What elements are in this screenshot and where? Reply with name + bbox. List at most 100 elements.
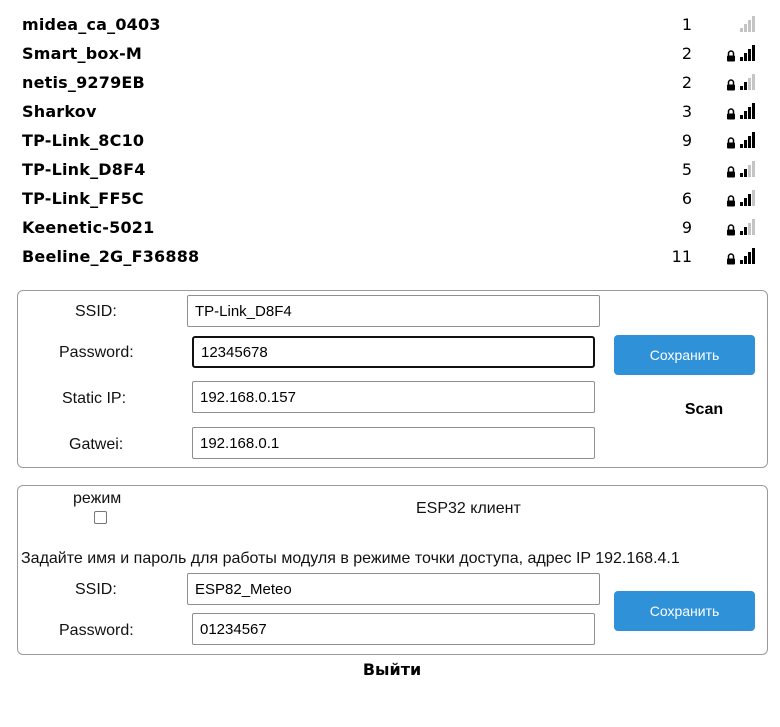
- signal-bar: [752, 74, 755, 90]
- signal-bar: [752, 219, 755, 235]
- mode-checkbox[interactable]: [94, 511, 107, 524]
- signal-bar: [744, 24, 747, 32]
- lock-icon: [727, 79, 735, 91]
- wifi-signal-icon: [740, 190, 755, 206]
- ap-ssid-input[interactable]: [187, 573, 600, 605]
- lock-icon: [727, 137, 735, 149]
- network-channel: 1: [681, 15, 692, 34]
- wifi-signal-icon: [740, 161, 755, 177]
- network-channel: 5: [681, 160, 692, 179]
- network-row: Sharkov 3: [0, 97, 780, 126]
- network-list: midea_ca_0403 1 Smart_box-M 2 netis_9279EB 2 S…: [0, 10, 780, 271]
- network-channel: 2: [681, 73, 692, 92]
- wifi-signal-icon: [740, 248, 755, 264]
- network-row: TP-Link_8C10 9: [0, 126, 780, 155]
- network-ssid-link[interactable]: TP-Link_8C10: [22, 131, 144, 150]
- network-channel: 9: [681, 131, 692, 150]
- signal-bar: [744, 53, 747, 61]
- signal-bar: [752, 16, 755, 32]
- signal-bar: [740, 260, 743, 264]
- static-ip-label: Static IP:: [62, 390, 127, 407]
- wifi-signal-icon: [740, 74, 755, 90]
- signal-bar: [748, 78, 751, 90]
- gateway-input[interactable]: [192, 427, 595, 459]
- signal-bar: [748, 107, 751, 119]
- signal-bar: [752, 103, 755, 119]
- lock-icon: [727, 50, 735, 62]
- network-row: TP-Link_FF5C 6: [0, 184, 780, 213]
- signal-bar: [744, 140, 747, 148]
- network-row: TP-Link_D8F4 5: [0, 155, 780, 184]
- wifi-signal-icon: [740, 45, 755, 61]
- signal-bar: [752, 248, 755, 264]
- network-channel: 6: [681, 189, 692, 208]
- network-ssid-link[interactable]: Sharkov: [22, 102, 97, 121]
- ap-save-button[interactable]: Сохранить: [614, 591, 755, 631]
- network-channel: 11: [671, 247, 692, 266]
- signal-bar: [740, 231, 743, 235]
- signal-bar: [744, 198, 747, 206]
- network-ssid-link[interactable]: TP-Link_D8F4: [22, 160, 146, 179]
- network-channel: 9: [681, 218, 692, 237]
- ssid-input[interactable]: [187, 295, 600, 327]
- network-row: Smart_box-M 2: [0, 39, 780, 68]
- station-settings-panel: SSID: Password: Static IP: Gatwei: Сохра…: [17, 290, 768, 468]
- wifi-signal-icon: [740, 219, 755, 235]
- lock-icon: [727, 195, 735, 207]
- network-ssid-link[interactable]: TP-Link_FF5C: [22, 189, 144, 208]
- exit-link[interactable]: Выйти: [0, 660, 780, 679]
- signal-bar: [744, 256, 747, 264]
- ap-hint-text: Задайте имя и пароль для работы модуля в…: [21, 550, 680, 567]
- gateway-label: Gatwei:: [69, 436, 124, 453]
- network-ssid-link[interactable]: netis_9279EB: [22, 73, 145, 92]
- signal-bar: [740, 86, 743, 90]
- signal-bar: [744, 227, 747, 235]
- network-ssid-link[interactable]: Keenetic-5021: [22, 218, 154, 237]
- signal-bar: [748, 49, 751, 61]
- wifi-signal-icon: [740, 132, 755, 148]
- mode-label: режим: [73, 490, 122, 507]
- signal-bar: [744, 111, 747, 119]
- ssid-label: SSID:: [75, 303, 117, 320]
- signal-bar: [748, 194, 751, 206]
- ap-ssid-label: SSID:: [75, 581, 117, 598]
- password-input[interactable]: [192, 336, 595, 368]
- ap-password-label: Password:: [59, 622, 134, 639]
- static-ip-input[interactable]: [192, 381, 595, 413]
- save-button[interactable]: Сохранить: [614, 335, 755, 375]
- network-row: midea_ca_0403 1: [0, 10, 780, 39]
- signal-bar: [748, 165, 751, 177]
- network-ssid-link[interactable]: midea_ca_0403: [22, 15, 161, 34]
- signal-bar: [752, 190, 755, 206]
- lock-icon: [727, 108, 735, 120]
- network-ssid-link[interactable]: Smart_box-M: [22, 44, 142, 63]
- lock-icon: [727, 166, 735, 178]
- signal-bar: [740, 28, 743, 32]
- ap-password-input[interactable]: [192, 613, 595, 645]
- network-channel: 2: [681, 44, 692, 63]
- signal-bar: [752, 45, 755, 61]
- signal-bar: [748, 223, 751, 235]
- lock-icon: [727, 224, 735, 236]
- signal-bar: [740, 115, 743, 119]
- signal-bar: [752, 161, 755, 177]
- wifi-signal-icon: [740, 103, 755, 119]
- signal-bar: [744, 82, 747, 90]
- scan-button[interactable]: Scan: [664, 401, 744, 419]
- network-row: Beeline_2G_F36888 11: [0, 242, 780, 271]
- signal-bar: [744, 169, 747, 177]
- signal-bar: [740, 173, 743, 177]
- network-ssid-link[interactable]: Beeline_2G_F36888: [22, 247, 199, 266]
- signal-bar: [748, 136, 751, 148]
- network-row: netis_9279EB 2: [0, 68, 780, 97]
- access-point-panel: режим ESP32 клиент Задайте имя и пароль …: [17, 485, 768, 655]
- password-label: Password:: [59, 344, 134, 361]
- lock-icon: [727, 253, 735, 265]
- signal-bar: [752, 132, 755, 148]
- signal-bar: [740, 202, 743, 206]
- network-row: Keenetic-5021 9: [0, 213, 780, 242]
- signal-bar: [748, 20, 751, 32]
- mode-name-label: ESP32 клиент: [416, 500, 521, 517]
- network-channel: 3: [681, 102, 692, 121]
- wifi-signal-icon: [740, 16, 755, 32]
